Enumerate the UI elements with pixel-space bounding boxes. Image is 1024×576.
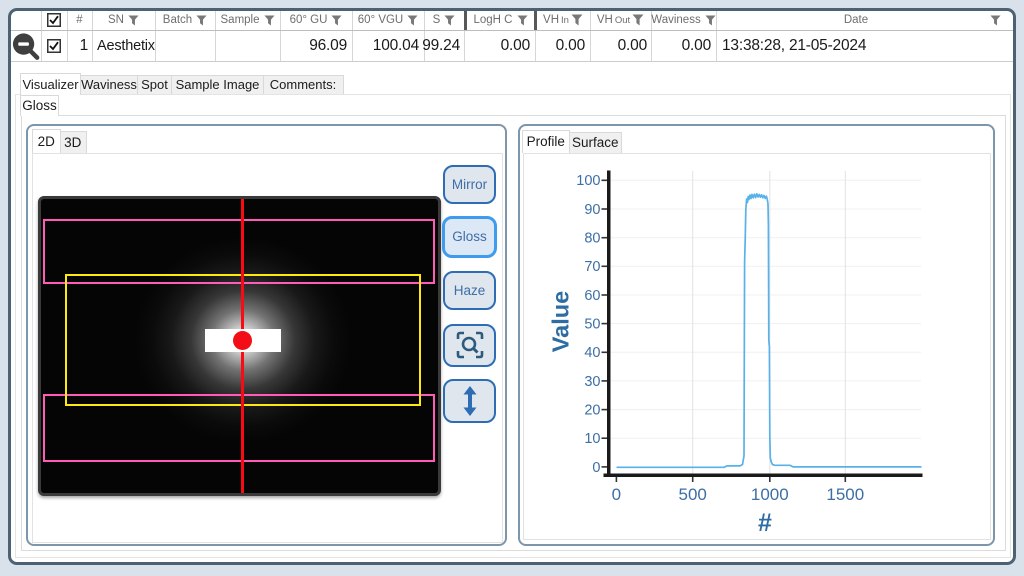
svg-text:70: 70 [584, 259, 600, 275]
svg-text:500: 500 [679, 485, 707, 504]
svg-text:100: 100 [576, 173, 600, 189]
svg-text:40: 40 [584, 345, 600, 361]
svg-text:1000: 1000 [751, 485, 789, 504]
svg-text:30: 30 [584, 374, 600, 390]
svg-text:10: 10 [584, 431, 600, 447]
svg-text:1500: 1500 [826, 485, 864, 504]
svg-text:Value: Value [548, 291, 574, 352]
svg-text:80: 80 [584, 231, 600, 247]
svg-text:#: # [758, 509, 772, 537]
svg-text:0: 0 [612, 485, 621, 504]
svg-text:50: 50 [584, 317, 600, 333]
svg-text:60: 60 [584, 288, 600, 304]
svg-text:0: 0 [592, 460, 600, 476]
svg-text:90: 90 [584, 202, 600, 218]
svg-text:20: 20 [584, 403, 600, 419]
